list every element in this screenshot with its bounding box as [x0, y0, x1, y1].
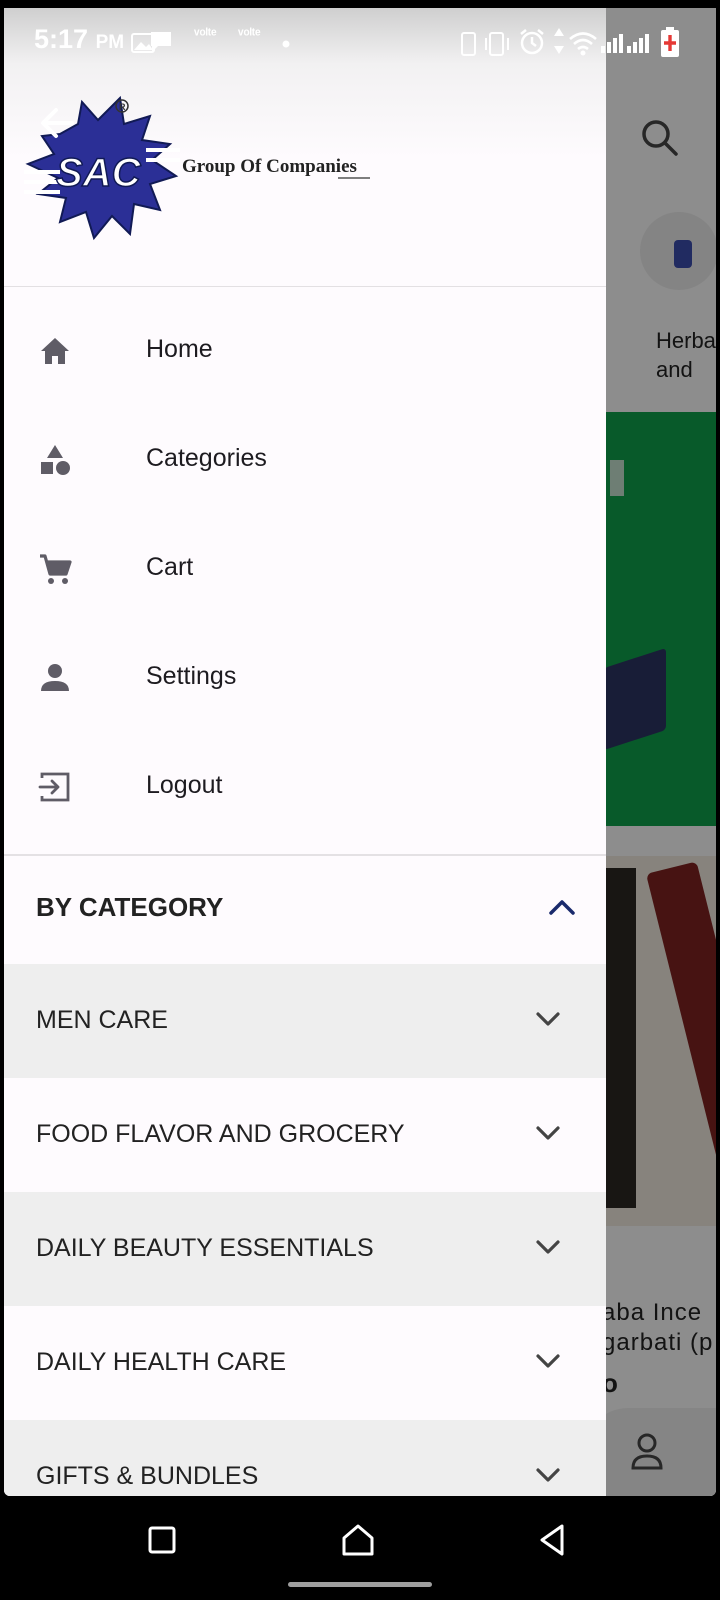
cart-icon — [40, 554, 72, 584]
volte-indicator-2: ᵛᵒˡᵗᵉ — [238, 26, 261, 43]
logo-sac-text: SAC — [56, 151, 142, 195]
category-row-food-flavor-grocery[interactable]: FOOD FLAVOR AND GROCERY — [4, 1078, 606, 1192]
logout-icon — [38, 772, 70, 802]
gesture-pill[interactable] — [288, 1582, 432, 1587]
signal-icon — [601, 34, 623, 53]
chevron-down-icon — [536, 1468, 560, 1482]
category-row-men-care[interactable]: MEN CARE — [4, 964, 606, 1078]
category-row-daily-beauty[interactable]: DAILY BEAUTY ESSENTIALS — [4, 1192, 606, 1306]
phone-screen: Herba and aba Ince garbati (p o SAC R Gr… — [4, 8, 716, 1496]
signal-icon-2 — [627, 34, 649, 53]
menu-label: Logout — [146, 771, 223, 799]
menu-label: Home — [146, 335, 213, 363]
data-arrows-icon — [554, 28, 564, 54]
menu-item-logout[interactable]: Logout — [4, 730, 606, 840]
home-icon — [41, 338, 69, 364]
category-label: MEN CARE — [36, 1006, 168, 1034]
vibrate-icon — [461, 32, 509, 56]
navigation-drawer: SAC R Group Of Companies Home Categories… — [4, 8, 606, 1496]
categories-icon — [41, 445, 70, 475]
menu-item-settings[interactable]: Settings — [4, 621, 606, 731]
battery-charging-icon — [661, 27, 679, 57]
status-time: 5:17 PM — [34, 24, 124, 55]
chevron-down-icon — [536, 1240, 560, 1254]
menu-item-cart[interactable]: Cart — [4, 512, 606, 622]
person-icon — [41, 664, 69, 691]
volte-indicator-1: ᵛᵒˡᵗᵉ — [194, 26, 217, 43]
system-nav-bar — [0, 1496, 720, 1600]
category-label: DAILY BEAUTY ESSENTIALS — [36, 1234, 374, 1262]
menu-item-home[interactable]: Home — [4, 294, 606, 404]
menu-label: Settings — [146, 662, 237, 690]
chevron-down-icon — [536, 1012, 560, 1026]
category-row-gifts-bundles[interactable]: GIFTS & BUNDLES — [4, 1420, 606, 1496]
notification-dot-icon — [282, 40, 290, 48]
svg-text:R: R — [119, 102, 126, 112]
logo-tagline: Group Of Companies — [182, 156, 357, 177]
recents-icon[interactable] — [140, 1518, 184, 1562]
category-row-daily-health[interactable]: DAILY HEALTH CARE — [4, 1306, 606, 1420]
back-arrow-icon[interactable] — [38, 104, 76, 142]
menu-label: Cart — [146, 553, 194, 581]
menu-item-categories[interactable]: Categories — [4, 403, 606, 513]
category-label: DAILY HEALTH CARE — [36, 1348, 287, 1376]
by-category-header[interactable]: BY CATEGORY — [4, 856, 606, 964]
back-nav-icon[interactable] — [530, 1518, 574, 1562]
alarm-icon — [520, 29, 544, 55]
status-ampm: PM — [95, 32, 125, 53]
status-bar: 5:17 PM ᵛᵒˡᵗᵉ ᵛᵒˡᵗᵉ — [4, 8, 716, 72]
menu-label: Categories — [146, 444, 267, 472]
chat-bubble-icon — [151, 32, 171, 52]
category-label: GIFTS & BUNDLES — [36, 1462, 259, 1490]
home-nav-icon[interactable] — [336, 1518, 380, 1562]
chevron-down-icon — [536, 1126, 560, 1140]
by-category-title: BY CATEGORY — [36, 892, 224, 922]
status-time-value: 5:17 — [34, 24, 89, 54]
category-label: FOOD FLAVOR AND GROCERY — [36, 1120, 405, 1148]
chevron-down-icon — [536, 1354, 560, 1368]
wifi-icon — [569, 32, 597, 56]
chevron-up-icon — [549, 900, 575, 915]
